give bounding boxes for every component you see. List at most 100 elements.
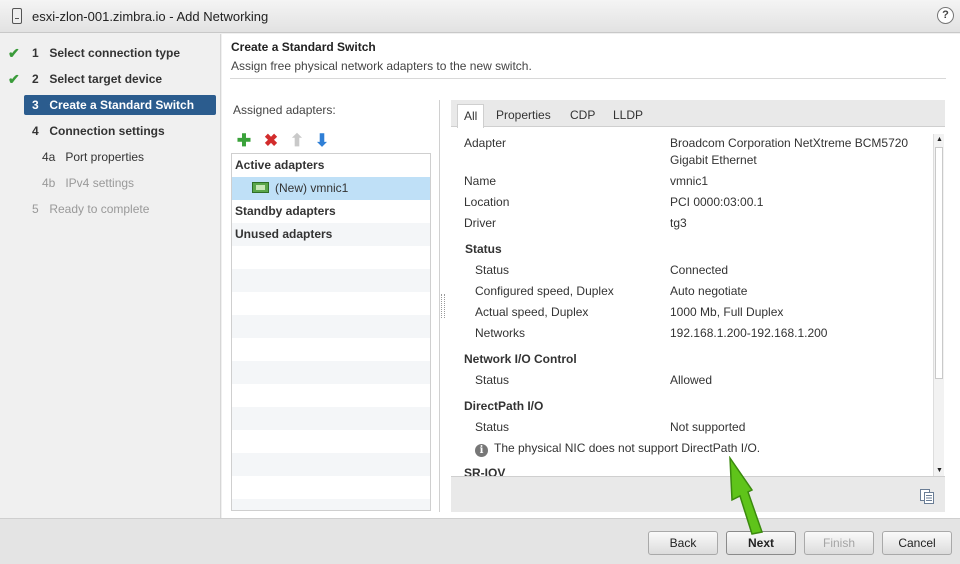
step-label: IPv4 settings [65,176,135,190]
tab-properties[interactable]: Properties [490,104,557,126]
tab-cdp[interactable]: CDP [564,104,601,126]
assigned-adapters-label: Assigned adapters: [233,103,336,117]
list-empty-row [232,499,430,510]
step-number: 3 [32,98,39,112]
wizard-steps: ✔ 1 Select connection type ✔ 2 Select ta… [0,34,221,518]
details-tabs: All Properties CDP LLDP [451,100,945,128]
help-icon[interactable]: ? [937,7,954,24]
actual-speed-label: Actual speed, Duplex [475,305,589,319]
list-empty-row [232,407,430,430]
splitter-grip[interactable] [441,294,445,318]
status-value: Connected [670,263,729,277]
host-icon [12,8,22,24]
info-icon: i [475,444,488,457]
networks-label: Networks [475,326,526,340]
wizard-footer: Back Next Finish Cancel [0,518,960,564]
step-port-properties[interactable]: 4a Port properties [24,147,216,167]
networks-value: 192.168.1.200-192.168.1.200 [670,326,828,340]
status-section-heading: Status [465,242,502,256]
actual-speed-value: 1000 Mb, Full Duplex [670,305,784,319]
location-value: PCI 0000:03:00.1 [670,195,764,209]
list-empty-row [232,269,430,292]
adapter-value-line2: Gigabit Ethernet [670,153,757,167]
scroll-down-icon[interactable]: ▼ [934,465,945,476]
nioc-status-label: Status [475,373,510,387]
scrollbar-thumb[interactable] [935,147,943,379]
step-number: 4 [32,124,39,138]
tab-all[interactable]: All [457,104,485,128]
copy-icon[interactable] [920,489,934,504]
list-empty-row [232,292,430,315]
step-number: 4a [42,150,56,164]
directpath-status-label: Status [475,420,510,434]
window-titlebar: esxi-zlon-001.zimbra.io - Add Networking… [0,0,960,33]
step-label: Select target device [49,72,163,86]
sriov-section-heading: SR-IOV [464,466,506,476]
list-empty-row [232,476,430,499]
list-empty-row [232,315,430,338]
step-create-standard-switch[interactable]: 3 Create a Standard Switch [24,95,216,115]
step-label: Port properties [65,150,145,164]
finish-button: Finish [804,531,874,555]
list-empty-row [232,384,430,407]
standby-adapters-group: Standby adapters [235,204,336,218]
window-title: esxi-zlon-001.zimbra.io - Add Networking [32,9,269,24]
wizard-content: Create a Standard Switch Assign free phy… [222,34,960,518]
name-label: Name [464,174,497,188]
status-label: Status [475,263,510,277]
directpath-note: i The physical NIC does not support Direc… [475,440,760,457]
step-connection-settings[interactable]: 4 Connection settings [24,121,216,141]
move-down-icon[interactable]: ⬇ [313,132,331,150]
directpath-status-value: Not supported [670,420,746,434]
directpath-note-text: The physical NIC does not support Direct… [494,441,761,455]
page-subtitle: Assign free physical network adapters to… [231,59,532,73]
nioc-status-value: Allowed [670,373,713,387]
details-scrollbar[interactable]: ▲ ▼ [933,134,944,476]
list-empty-row [232,361,430,384]
move-up-icon: ⬆ [289,131,305,150]
step-label: Create a Standard Switch [49,98,195,112]
scroll-up-icon[interactable]: ▲ [934,134,945,145]
check-icon: ✔ [8,45,20,61]
adapter-details: Adapter Broadcom Corporation NetXtreme B… [451,128,933,476]
nioc-section-heading: Network I/O Control [464,352,577,366]
check-icon: ✔ [8,71,20,87]
step-select-connection-type[interactable]: 1 Select connection type [24,43,216,63]
step-select-target-device[interactable]: 2 Select target device [24,69,216,89]
list-empty-row [232,338,430,361]
adapter-name: (New) vmnic1 [275,181,349,195]
step-label: Ready to complete [49,202,150,216]
configured-speed-label: Configured speed, Duplex [475,284,614,298]
network-adapter-icon [252,182,269,193]
step-ipv4-settings: 4b IPv4 settings [24,173,216,193]
remove-icon[interactable]: ✖ [262,132,280,150]
add-icon[interactable]: ✚ [235,132,253,150]
directpath-section-heading: DirectPath I/O [464,399,544,413]
adapter-value: Broadcom Corporation NetXtreme BCM5720 [670,136,909,150]
location-label: Location [464,195,510,209]
step-label: Connection settings [49,124,165,138]
list-empty-row [232,430,430,453]
configured-speed-value: Auto negotiate [670,284,748,298]
list-empty-row [232,246,430,269]
unused-adapters-group: Unused adapters [232,223,430,246]
details-footer [451,476,945,512]
step-label: Select connection type [49,46,181,60]
driver-label: Driver [464,216,496,230]
next-button[interactable]: Next [726,531,796,555]
adapter-label: Adapter [464,136,507,150]
step-number: 4b [42,176,56,190]
step-number: 2 [32,72,39,86]
tab-lldp[interactable]: LLDP [607,104,649,126]
name-value: vmnic1 [670,174,709,188]
step-number: 1 [32,46,39,60]
list-empty-row [232,453,430,476]
header-divider [230,78,946,79]
driver-value: tg3 [670,216,687,230]
adapter-item-vmnic1[interactable]: (New) vmnic1 [232,177,430,200]
back-button[interactable]: Back [648,531,718,555]
step-ready-to-complete: 5 Ready to complete [24,199,216,219]
assigned-adapters-list[interactable]: Active adapters (New) vmnic1 Standby ada… [231,153,431,511]
cancel-button[interactable]: Cancel [882,531,952,555]
step-number: 5 [32,202,39,216]
